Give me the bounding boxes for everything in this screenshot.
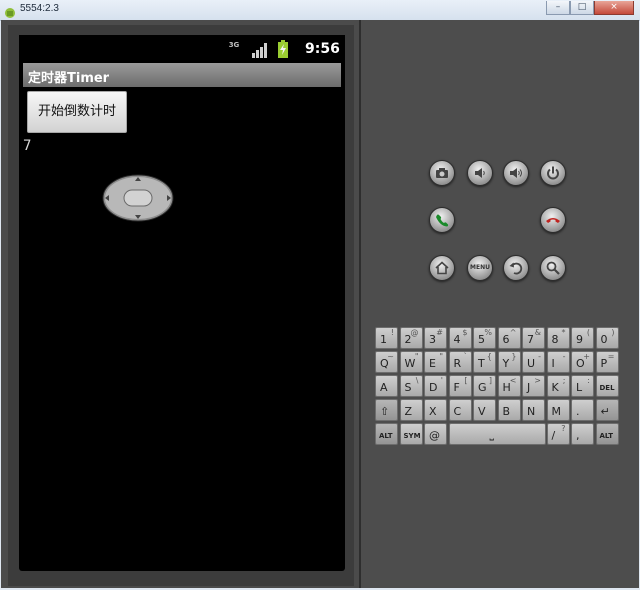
key-period[interactable]: . xyxy=(571,399,594,421)
key-del[interactable]: DEL xyxy=(595,375,619,397)
key-at[interactable]: @ xyxy=(424,423,447,445)
home-button[interactable] xyxy=(429,255,455,281)
volume-up-button[interactable] xyxy=(503,160,529,186)
camera-button[interactable] xyxy=(429,160,455,186)
key-0[interactable]: 0) xyxy=(595,327,619,349)
key-sym[interactable]: SYM xyxy=(399,423,423,445)
dpad-center xyxy=(123,189,153,207)
search-icon xyxy=(546,261,560,275)
app-title: 定时器Timer xyxy=(28,71,110,86)
key-x[interactable]: X xyxy=(424,399,447,421)
key-space[interactable]: ⎵ xyxy=(448,423,546,445)
key-z[interactable]: Z xyxy=(399,399,423,421)
key-1[interactable]: 1! xyxy=(375,327,398,349)
key-4[interactable]: 4 $ xyxy=(448,327,472,349)
key-o[interactable]: O + xyxy=(571,351,594,373)
key-h[interactable]: H < xyxy=(497,375,521,397)
maximize-button[interactable]: □ xyxy=(570,1,594,15)
dpad[interactable] xyxy=(102,174,174,222)
key-p[interactable]: P = xyxy=(595,351,619,373)
status-bar: 3G 9:56 xyxy=(19,35,345,64)
key-s[interactable]: S \ xyxy=(399,375,423,397)
window-controls: – □ × xyxy=(546,1,634,15)
key-i[interactable]: I- xyxy=(546,351,570,373)
key-f[interactable]: F[ xyxy=(448,375,472,397)
key-c[interactable]: C xyxy=(448,399,472,421)
start-countdown-button[interactable]: 开始倒数计时 xyxy=(27,91,127,133)
search-button[interactable] xyxy=(540,255,566,281)
key-6[interactable]: 6 ^ xyxy=(497,327,521,349)
call-button[interactable] xyxy=(429,207,455,233)
power-button[interactable] xyxy=(540,160,566,186)
countdown-value: 7 xyxy=(23,138,32,154)
key-w[interactable]: W " xyxy=(399,351,423,373)
key-r[interactable]: R ` xyxy=(448,351,472,373)
key-a[interactable]: A xyxy=(375,375,398,397)
controls-panel xyxy=(361,20,639,588)
power-icon xyxy=(547,166,559,180)
window-title: 5554:2.3 xyxy=(20,3,59,14)
key-k[interactable]: K; xyxy=(546,375,570,397)
home-icon xyxy=(435,261,449,275)
key-slash[interactable]: /? xyxy=(546,423,570,445)
window-titlebar: 5554:2.3 – □ × xyxy=(0,0,640,21)
network-3g-icon: 3G xyxy=(227,42,241,58)
key-8[interactable]: 8 * xyxy=(546,327,570,349)
volume-down-icon xyxy=(475,168,485,178)
back-button[interactable] xyxy=(503,255,529,281)
key-alt-right[interactable]: ALT xyxy=(595,423,619,445)
key-shift[interactable]: ⇧ xyxy=(375,399,398,421)
key-comma[interactable]: , xyxy=(571,423,594,445)
android-app-icon xyxy=(4,4,16,18)
end-call-button[interactable] xyxy=(540,207,566,233)
menu-button[interactable]: MENU xyxy=(467,255,493,281)
key-y[interactable]: Y} xyxy=(497,351,521,373)
minimize-button[interactable]: – xyxy=(546,1,570,15)
volume-up-icon xyxy=(510,168,522,178)
key-l[interactable]: L: xyxy=(571,375,594,397)
key-7[interactable]: 7 & xyxy=(522,327,545,349)
key-q[interactable]: Q ~ xyxy=(375,351,398,373)
key-n[interactable]: N xyxy=(522,399,545,421)
battery-icon xyxy=(277,40,289,58)
key-d[interactable]: D ' xyxy=(424,375,447,397)
network-label: 3G xyxy=(228,41,240,49)
menu-icon: MENU xyxy=(470,264,490,271)
close-button[interactable]: × xyxy=(594,1,634,15)
volume-down-button[interactable] xyxy=(467,160,493,186)
back-icon xyxy=(509,262,523,275)
key-u[interactable]: U- xyxy=(522,351,545,373)
key-e[interactable]: E " xyxy=(424,351,447,373)
key-j[interactable]: J > xyxy=(522,375,545,397)
key-g[interactable]: G] xyxy=(473,375,496,397)
key-9[interactable]: 9( xyxy=(571,327,594,349)
key-2[interactable]: 2 @ xyxy=(399,327,423,349)
key-v[interactable]: V xyxy=(473,399,496,421)
key-5[interactable]: 5% xyxy=(473,327,496,349)
phone-screen[interactable]: 3G 9:56 定时器Timer 开始倒数计时 7 xyxy=(19,35,345,571)
signal-icon xyxy=(251,42,267,58)
key-b[interactable]: B xyxy=(497,399,521,421)
key-m[interactable]: M xyxy=(546,399,570,421)
key-enter[interactable]: ↵ xyxy=(595,399,619,421)
key-alt-left[interactable]: ALT xyxy=(375,423,398,445)
hardware-keyboard: 1! 2 @ 3 # 4 $ 5% 6 ^ 7 & 8 * 9( 0) Q ~ W " E " R… xyxy=(375,327,621,447)
call-icon xyxy=(436,214,449,227)
key-3[interactable]: 3 # xyxy=(424,327,447,349)
key-t[interactable]: T{ xyxy=(473,351,496,373)
app-title-bar: 定时器Timer xyxy=(23,63,341,87)
end-call-icon xyxy=(546,218,560,223)
camera-icon xyxy=(436,168,448,178)
status-clock: 9:56 xyxy=(305,41,340,57)
